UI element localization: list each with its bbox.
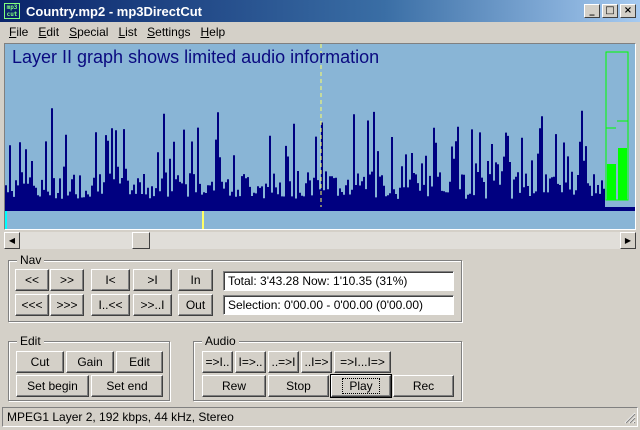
nav-out-button[interactable]: Out	[178, 294, 213, 316]
level-bar-left	[607, 164, 616, 200]
menu-list[interactable]: List	[113, 25, 142, 39]
selection-field: Selection: 0'00.00 - 0'00.00 (0'00.00)	[223, 295, 454, 315]
waveform-graph[interactable]	[5, 44, 635, 229]
total-now-field: Total: 3'43.28 Now: 1'10.35 (31%)	[223, 271, 454, 291]
scrollbar-thumb[interactable]	[132, 232, 150, 249]
audio-group-label: Audio	[202, 334, 239, 348]
menu-help-accesskey: H	[200, 25, 210, 39]
marker-strip[interactable]	[5, 211, 635, 229]
minimize-button[interactable]: _	[584, 4, 600, 18]
scroll-right-arrow-icon[interactable]: ▶	[620, 232, 636, 249]
resize-grip-icon[interactable]	[624, 412, 636, 424]
nav-fast-rewind-button[interactable]: <<<	[15, 294, 49, 316]
preview-to-end-button[interactable]: ..=>I	[268, 351, 299, 373]
window-title: Country.mp2 - mp3DirectCut	[26, 3, 202, 19]
waveform-display[interactable]: Layer II graph shows limited audio infor…	[4, 43, 636, 230]
menu-settings-accesskey: S	[147, 25, 156, 39]
menu-settings-label: ettings	[155, 25, 191, 39]
menu-special-label: pecial	[77, 25, 109, 39]
menu-settings[interactable]: Settings	[142, 25, 195, 39]
edit-group-label: Edit	[17, 334, 44, 348]
menu-edit[interactable]: Edit	[33, 25, 64, 39]
waveform-baseline	[5, 207, 635, 211]
preview-to-begin-button[interactable]: =>I..	[202, 351, 233, 373]
menu-bar: File Edit Special List Settings Help	[0, 22, 640, 42]
nav-group-label: Nav	[17, 253, 45, 267]
nav-go-to-end-button[interactable]: >I	[133, 269, 172, 291]
level-bar-right	[618, 148, 627, 200]
menu-edit-label: dit	[46, 25, 60, 39]
nav-fast-forward-button[interactable]: >>>	[50, 294, 84, 316]
edit-button[interactable]: Edit	[116, 351, 163, 373]
stop-button[interactable]: Stop	[268, 375, 329, 397]
nav-back-to-mark-button[interactable]: I..<<	[91, 294, 130, 316]
preview-selection-button[interactable]: =>I...I=>	[334, 351, 391, 373]
nav-forward-button[interactable]: >>	[50, 269, 84, 291]
close-button[interactable]: ×	[620, 4, 636, 18]
record-button[interactable]: Rec	[393, 375, 454, 397]
gain-button[interactable]: Gain	[66, 351, 114, 373]
maximize-button[interactable]: □	[602, 4, 618, 18]
nav-in-button[interactable]: In	[178, 269, 213, 291]
menu-file[interactable]: File	[4, 25, 33, 39]
rewind-button[interactable]: Rew	[202, 375, 266, 397]
set-end-button[interactable]: Set end	[91, 375, 163, 397]
nav-go-to-start-button[interactable]: I<	[91, 269, 130, 291]
menu-list-label: ist	[125, 25, 138, 39]
menu-special-accesskey: S	[69, 25, 78, 39]
app-window: mp3 cut Country.mp2 - mp3DirectCut _ □ ×…	[0, 0, 640, 430]
position-scrollbar[interactable]: ◀ ▶	[4, 232, 636, 249]
nav-rewind-button[interactable]: <<	[15, 269, 49, 291]
preview-from-begin-button[interactable]: I=>..	[235, 351, 266, 373]
status-bar: MPEG1 Layer 2, 192 kbps, 44 kHz, Stereo	[2, 407, 638, 427]
play-button-label: Play	[342, 378, 380, 394]
cut-button[interactable]: Cut	[16, 351, 64, 373]
waveform-message: Layer II graph shows limited audio infor…	[12, 47, 380, 67]
menu-special[interactable]: Special	[64, 25, 113, 39]
title-bar[interactable]: mp3 cut Country.mp2 - mp3DirectCut _ □ ×	[0, 0, 640, 22]
scroll-left-arrow-icon[interactable]: ◀	[4, 232, 20, 249]
menu-help[interactable]: Help	[196, 25, 231, 39]
set-begin-button[interactable]: Set begin	[16, 375, 89, 397]
nav-forward-to-mark-button[interactable]: >>..I	[133, 294, 172, 316]
menu-help-label: elp	[209, 25, 226, 39]
waveform-envelope	[5, 108, 605, 207]
preview-from-end-button[interactable]: ..I=>	[301, 351, 332, 373]
menu-file-label: ile	[16, 25, 29, 39]
mp3directcut-app-icon[interactable]: mp3 cut	[4, 3, 20, 19]
play-button[interactable]: Play	[330, 374, 392, 398]
